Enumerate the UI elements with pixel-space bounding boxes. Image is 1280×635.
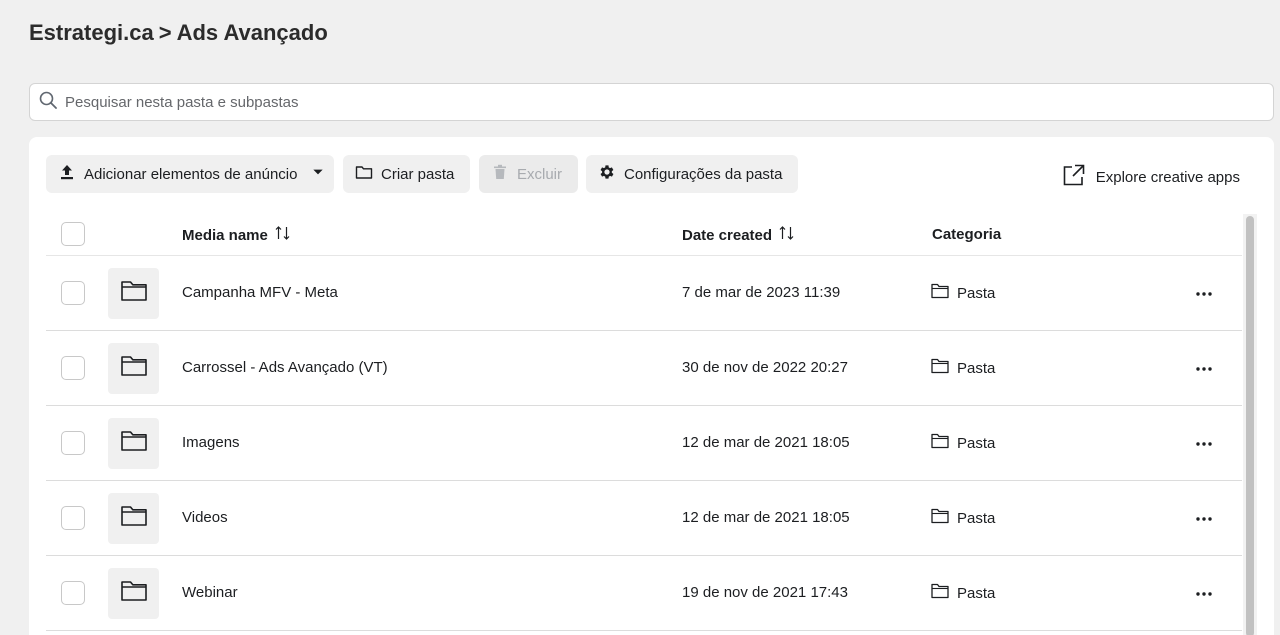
date-created: 12 de mar de 2021 18:05 bbox=[682, 509, 850, 526]
table-row[interactable]: Imagens 12 de mar de 2021 18:05 Pasta bbox=[46, 406, 1242, 481]
add-ad-elements-button[interactable]: Adicionar elementos de anúncio bbox=[46, 155, 334, 193]
media-name[interactable]: Carrossel - Ads Avançado (VT) bbox=[182, 359, 388, 376]
delete-label: Excluir bbox=[517, 165, 563, 183]
media-name[interactable]: Imagens bbox=[182, 434, 240, 451]
breadcrumb: Estrategi.ca > Ads Avançado bbox=[29, 20, 328, 46]
folder-icon bbox=[931, 508, 949, 528]
category-cell: Pasta bbox=[931, 283, 995, 303]
more-options-button[interactable] bbox=[1194, 282, 1214, 302]
category-label: Pasta bbox=[957, 359, 996, 377]
sort-icon bbox=[274, 226, 292, 244]
search-icon bbox=[39, 91, 57, 114]
column-header-category: Categoria bbox=[932, 226, 1002, 243]
folder-thumbnail bbox=[108, 343, 159, 394]
gear-icon bbox=[598, 163, 616, 185]
folder-icon bbox=[931, 358, 949, 378]
table-header: Media name Date created Categoria bbox=[46, 214, 1242, 256]
table-row[interactable]: Webinar 19 de nov de 2021 17:43 Pasta bbox=[46, 556, 1242, 631]
folder-icon bbox=[120, 504, 148, 533]
column-header-media-name[interactable]: Media name bbox=[182, 226, 292, 244]
date-created: 30 de nov de 2022 20:27 bbox=[682, 359, 848, 376]
more-options-button[interactable] bbox=[1194, 432, 1214, 452]
row-checkbox[interactable] bbox=[61, 281, 85, 305]
folder-thumbnail bbox=[108, 493, 159, 544]
media-name[interactable]: Videos bbox=[182, 509, 228, 526]
more-horizontal-icon bbox=[1196, 358, 1212, 376]
create-folder-button[interactable]: Criar pasta bbox=[343, 155, 470, 193]
row-checkbox[interactable] bbox=[61, 356, 85, 380]
category-cell: Pasta bbox=[931, 508, 995, 528]
folder-settings-label: Configurações da pasta bbox=[624, 165, 783, 183]
add-ad-elements-label: Adicionar elementos de anúncio bbox=[84, 165, 298, 183]
breadcrumb-separator: > bbox=[158, 20, 172, 45]
category-label: Pasta bbox=[957, 584, 996, 602]
search-bar bbox=[29, 83, 1274, 121]
row-checkbox[interactable] bbox=[61, 506, 85, 530]
trash-icon bbox=[491, 163, 509, 185]
category-label: Pasta bbox=[957, 434, 996, 452]
folder-icon bbox=[120, 429, 148, 458]
upload-icon bbox=[58, 163, 76, 185]
more-horizontal-icon bbox=[1196, 508, 1212, 526]
explore-creative-apps-link[interactable]: Explore creative apps bbox=[1062, 163, 1240, 191]
date-created: 19 de nov de 2021 17:43 bbox=[682, 584, 848, 601]
row-checkbox[interactable] bbox=[61, 431, 85, 455]
media-table: Media name Date created Categoria Campan… bbox=[46, 214, 1242, 631]
table-row[interactable]: Videos 12 de mar de 2021 18:05 Pasta bbox=[46, 481, 1242, 556]
table-scrollbar[interactable] bbox=[1243, 214, 1257, 635]
table-row[interactable]: Campanha MFV - Meta 7 de mar de 2023 11:… bbox=[46, 256, 1242, 331]
explore-creative-apps-label: Explore creative apps bbox=[1095, 168, 1240, 186]
table-row[interactable]: Carrossel - Ads Avançado (VT) 30 de nov … bbox=[46, 331, 1242, 406]
column-header-date-created[interactable]: Date created bbox=[682, 226, 796, 244]
folder-settings-button[interactable]: Configurações da pasta bbox=[586, 155, 798, 193]
more-options-button[interactable] bbox=[1194, 357, 1214, 377]
folder-icon bbox=[931, 583, 949, 603]
sort-icon bbox=[778, 226, 796, 244]
folder-icon bbox=[120, 279, 148, 308]
folder-thumbnail bbox=[108, 268, 159, 319]
folder-icon bbox=[120, 354, 148, 383]
folder-thumbnail bbox=[108, 418, 159, 469]
category-label: Pasta bbox=[957, 284, 996, 302]
category-cell: Pasta bbox=[931, 433, 995, 453]
search-input[interactable] bbox=[65, 93, 1245, 111]
folder-icon bbox=[120, 579, 148, 608]
more-options-button[interactable] bbox=[1194, 582, 1214, 602]
folder-icon bbox=[931, 283, 949, 303]
external-link-icon bbox=[1062, 163, 1086, 191]
breadcrumb-current: Ads Avançado bbox=[176, 20, 328, 45]
create-folder-label: Criar pasta bbox=[381, 165, 455, 183]
more-options-button[interactable] bbox=[1194, 507, 1214, 527]
row-checkbox[interactable] bbox=[61, 581, 85, 605]
folder-icon bbox=[355, 163, 373, 185]
category-label: Pasta bbox=[957, 509, 996, 527]
media-name[interactable]: Campanha MFV - Meta bbox=[182, 284, 338, 301]
scrollbar-thumb[interactable] bbox=[1246, 216, 1254, 635]
more-horizontal-icon bbox=[1196, 583, 1212, 601]
caret-down-icon bbox=[311, 165, 325, 183]
date-created: 7 de mar de 2023 11:39 bbox=[682, 284, 841, 301]
date-created: 12 de mar de 2021 18:05 bbox=[682, 434, 850, 451]
folder-thumbnail bbox=[108, 568, 159, 619]
media-library-card: Adicionar elementos de anúncio Criar pas… bbox=[29, 137, 1274, 635]
more-horizontal-icon bbox=[1196, 283, 1212, 301]
category-cell: Pasta bbox=[931, 358, 995, 378]
folder-icon bbox=[931, 433, 949, 453]
media-name[interactable]: Webinar bbox=[182, 584, 238, 601]
select-all-checkbox[interactable] bbox=[61, 222, 85, 246]
category-cell: Pasta bbox=[931, 583, 995, 603]
delete-button[interactable]: Excluir bbox=[479, 155, 578, 193]
more-horizontal-icon bbox=[1196, 433, 1212, 451]
breadcrumb-root[interactable]: Estrategi.ca bbox=[29, 20, 154, 46]
